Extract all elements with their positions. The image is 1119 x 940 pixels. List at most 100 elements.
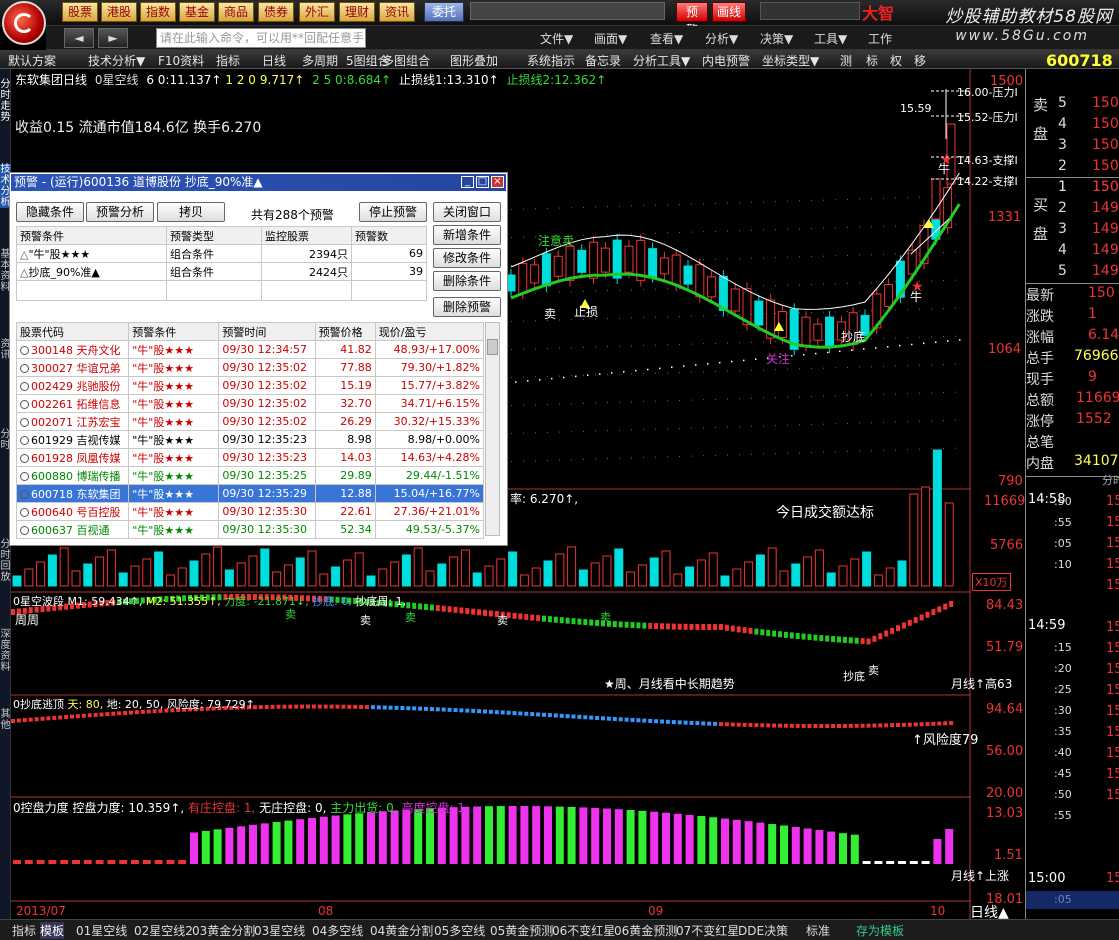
- tab-1[interactable]: 模板: [40, 922, 65, 939]
- toolbar-item-15[interactable]: 标: [866, 52, 878, 69]
- alert-row[interactable]: 002261 拓维信息 "牛"股★★★ 09/30 12:35:02 32.70 34.…: [15, 394, 485, 413]
- alert-row[interactable]: 300027 华谊兄弟 "牛"股★★★ 09/30 12:35:02 77.88 79.…: [15, 358, 485, 377]
- copy-button[interactable]: 拷贝: [157, 202, 225, 222]
- menu-5[interactable]: 工具▼: [814, 30, 847, 47]
- tab-15[interactable]: 存为模板: [856, 922, 904, 939]
- draw-line-button[interactable]: 画线: [712, 2, 746, 22]
- tab-2[interactable]: 01星空线: [76, 922, 127, 939]
- alert-header-2[interactable]: 预警时间: [218, 322, 316, 341]
- delete-alert-button[interactable]: 删除预警: [433, 297, 501, 317]
- zhouzhou-label: 周周: [15, 613, 40, 627]
- grid-dot: [655, 232, 656, 234]
- market-btn-6[interactable]: 外汇: [299, 2, 335, 22]
- tab-10[interactable]: 06不变红星: [552, 922, 615, 939]
- alert-header-0[interactable]: 股票代码: [15, 322, 130, 341]
- market-btn-0[interactable]: 股票: [62, 2, 98, 22]
- toolbar-item-11[interactable]: 分析工具▼: [633, 52, 690, 69]
- tab-5[interactable]: 03星空线: [254, 922, 305, 939]
- menu-4[interactable]: 决策▼: [760, 30, 793, 47]
- alert-row[interactable]: 600637 百视通 "牛"股★★★ 09/30 12:35:30 52.34 49.5…: [15, 520, 485, 539]
- menu-1[interactable]: 画面▼: [594, 30, 627, 47]
- alert-header-1[interactable]: 预警条件: [128, 322, 220, 341]
- cond-header-3[interactable]: 预警数: [351, 226, 427, 245]
- toolbar-item-13[interactable]: 坐标类型▼: [762, 52, 819, 69]
- forward-button[interactable]: ►: [98, 28, 128, 48]
- market-btn-7[interactable]: 理财: [339, 2, 375, 22]
- alert-row[interactable]: 601929 吉视传媒 "牛"股★★★ 09/30 12:35:23 8.98 8.98…: [15, 430, 485, 449]
- tab-3[interactable]: 02星空线2: [134, 922, 193, 939]
- tab-13[interactable]: DDE决策: [738, 922, 788, 939]
- tab-4[interactable]: 03黄金分割: [192, 922, 255, 939]
- toolbar-item-17[interactable]: 移: [914, 52, 926, 69]
- market-btn-1[interactable]: 港股: [101, 2, 137, 22]
- menu-2[interactable]: 查看▼: [650, 30, 683, 47]
- alert-row[interactable]: 002429 兆驰股份 "牛"股★★★ 09/30 12:35:02 15.19 15.…: [15, 376, 485, 395]
- volume-bar: [106, 549, 116, 587]
- scrollbar[interactable]: [485, 322, 500, 536]
- condition-row[interactable]: △"牛"股★★★ 组合条件 2394只 69: [16, 244, 427, 263]
- close-window-button[interactable]: 关闭窗口: [433, 202, 501, 222]
- market-btn-2[interactable]: 指数: [140, 2, 176, 22]
- condition-row[interactable]: △抄底_90%准▲ 组合条件 2424只 39: [16, 262, 427, 281]
- delete-condition-button[interactable]: 删除条件: [433, 271, 501, 291]
- menu-3[interactable]: 分析▼: [705, 30, 738, 47]
- toolbar-item-4[interactable]: 日线: [262, 52, 286, 69]
- cond-header-2[interactable]: 监控股票: [261, 226, 352, 245]
- market-btn-4[interactable]: 商品: [218, 2, 254, 22]
- alert-analysis-button[interactable]: 预警分析: [86, 202, 154, 222]
- alert-row[interactable]: 600880 博瑞传播 "牛"股★★★ 09/30 12:35:25 29.89 29.…: [15, 466, 485, 485]
- osc-bar: [660, 719, 664, 724]
- menu-0[interactable]: 文件▼: [540, 30, 573, 47]
- minimize-button[interactable]: _: [461, 176, 474, 188]
- stop-alert-button[interactable]: 停止预警: [359, 202, 427, 222]
- market-btn-9[interactable]: 委托: [424, 2, 464, 22]
- edit-condition-button[interactable]: 修改条件: [433, 248, 501, 268]
- toolbar-item-10[interactable]: 备忘录: [585, 52, 621, 69]
- tab-11[interactable]: 06黄金预测: [614, 922, 677, 939]
- alert-header-4[interactable]: 现价/盈亏: [374, 322, 485, 341]
- toolbar-item-2[interactable]: F10资料: [158, 52, 204, 69]
- toolbar-item-14[interactable]: 测: [840, 52, 852, 69]
- tab-9[interactable]: 05黄金预测: [490, 922, 553, 939]
- alert-row[interactable]: 600718 东软集团 "牛"股★★★ 09/30 12:35:29 12.88 15.…: [15, 484, 485, 503]
- command-input[interactable]: 请在此输入命令，可以用**回配任意手件: [156, 28, 366, 63]
- alert-header-3[interactable]: 预警价格: [314, 322, 376, 341]
- grid-dot: [763, 425, 764, 427]
- hide-conditions-button[interactable]: 隐藏条件: [16, 202, 84, 222]
- toolbar-item-7[interactable]: 多图组合: [382, 52, 430, 69]
- toolbar-item-9[interactable]: 系统指示: [527, 52, 575, 69]
- market-btn-8[interactable]: 资讯: [379, 2, 415, 22]
- app-logo[interactable]: [2, 1, 46, 45]
- tab-8[interactable]: 05多空线: [434, 922, 485, 939]
- add-condition-button[interactable]: 新增条件: [433, 225, 501, 245]
- grid-dot: [715, 314, 716, 316]
- cond-header-0[interactable]: 预警条件: [16, 226, 167, 245]
- tab-6[interactable]: 04多空线: [312, 922, 363, 939]
- grid-dot: [763, 285, 764, 287]
- alert-row[interactable]: 601928 凤凰传媒 "牛"股★★★ 09/30 12:35:23 14.03 14.…: [15, 448, 485, 467]
- tab-7[interactable]: 04黄金分割: [370, 922, 433, 939]
- menu-6[interactable]: 工作: [868, 30, 892, 47]
- market-btn-5[interactable]: 债券: [258, 2, 294, 22]
- toolbar-item-1[interactable]: 技术分析▼: [88, 52, 145, 69]
- maximize-button[interactable]: □: [476, 176, 489, 188]
- tab-12[interactable]: 07不变红星: [676, 922, 739, 939]
- market-btn-3[interactable]: 基金: [179, 2, 215, 22]
- toolbar-item-0[interactable]: 默认方案: [8, 52, 56, 69]
- alert-row[interactable]: 600640 号百控股 "牛"股★★★ 09/30 12:35:30 22.61 27.…: [15, 502, 485, 521]
- alert-row[interactable]: 300148 天舟文化 "牛"股★★★ 09/30 12:34:57 41.82 48.…: [15, 340, 485, 359]
- toolbar-item-8[interactable]: 图形叠加: [450, 52, 498, 69]
- osc-bar: [766, 723, 771, 728]
- cond-header-1[interactable]: 预警类型: [166, 226, 262, 245]
- toolbar-item-12[interactable]: 内电预警: [702, 52, 750, 69]
- tab-0[interactable]: 指标: [12, 922, 36, 939]
- toolbar-item-16[interactable]: 权: [890, 52, 902, 69]
- alert-button[interactable]: 预警: [676, 2, 708, 37]
- close-icon[interactable]: ×: [491, 176, 504, 188]
- back-button[interactable]: ◄: [64, 28, 94, 48]
- alert-row[interactable]: 002071 江苏宏宝 "牛"股★★★ 09/30 12:35:02 26.29 30.…: [15, 412, 485, 431]
- toolbar-item-3[interactable]: 指标: [216, 52, 240, 69]
- toolbar-item-5[interactable]: 多周期: [302, 52, 338, 69]
- tab-14[interactable]: 标准: [806, 922, 830, 939]
- fenshi-label[interactable]: 分时: [1102, 472, 1119, 488]
